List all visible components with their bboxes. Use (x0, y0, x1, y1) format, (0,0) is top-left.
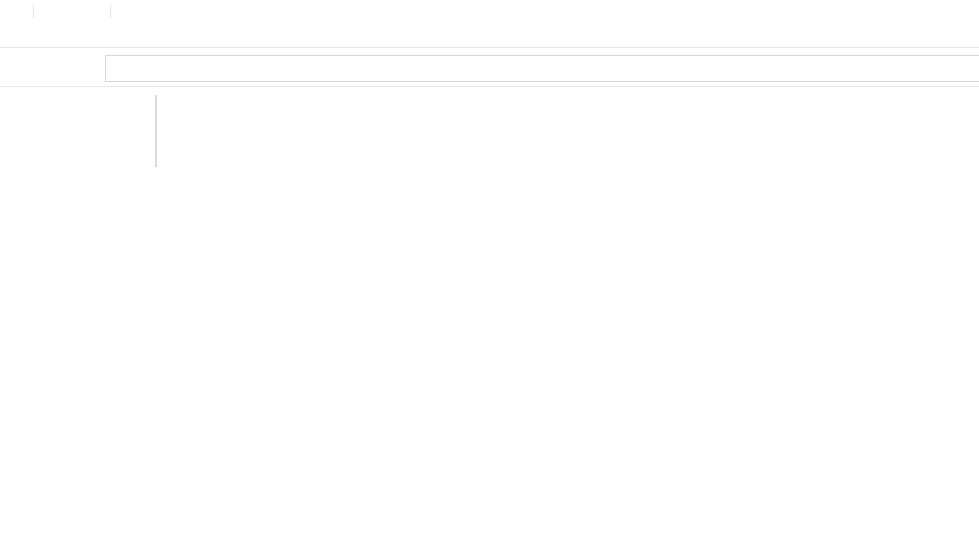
divider (33, 5, 34, 18)
properties-button[interactable] (41, 2, 61, 22)
ribbon-tab-bar (0, 23, 979, 48)
customize-quick-access-toolbar-button[interactable] (83, 2, 103, 22)
up-button[interactable] (76, 54, 102, 80)
address-toolbar (0, 48, 979, 87)
sidebar-scrollbar[interactable] (155, 95, 157, 167)
window-folder-icon (6, 2, 26, 22)
back-button[interactable] (4, 54, 30, 80)
divider (110, 5, 111, 18)
title-bar (0, 0, 979, 23)
navigation-pane (0, 87, 157, 543)
recent-locations-dropdown[interactable] (56, 54, 72, 80)
navigation-buttons (0, 48, 102, 86)
new-folder-button[interactable] (61, 2, 81, 22)
address-bar[interactable] (105, 55, 979, 82)
forward-button[interactable] (30, 54, 56, 80)
